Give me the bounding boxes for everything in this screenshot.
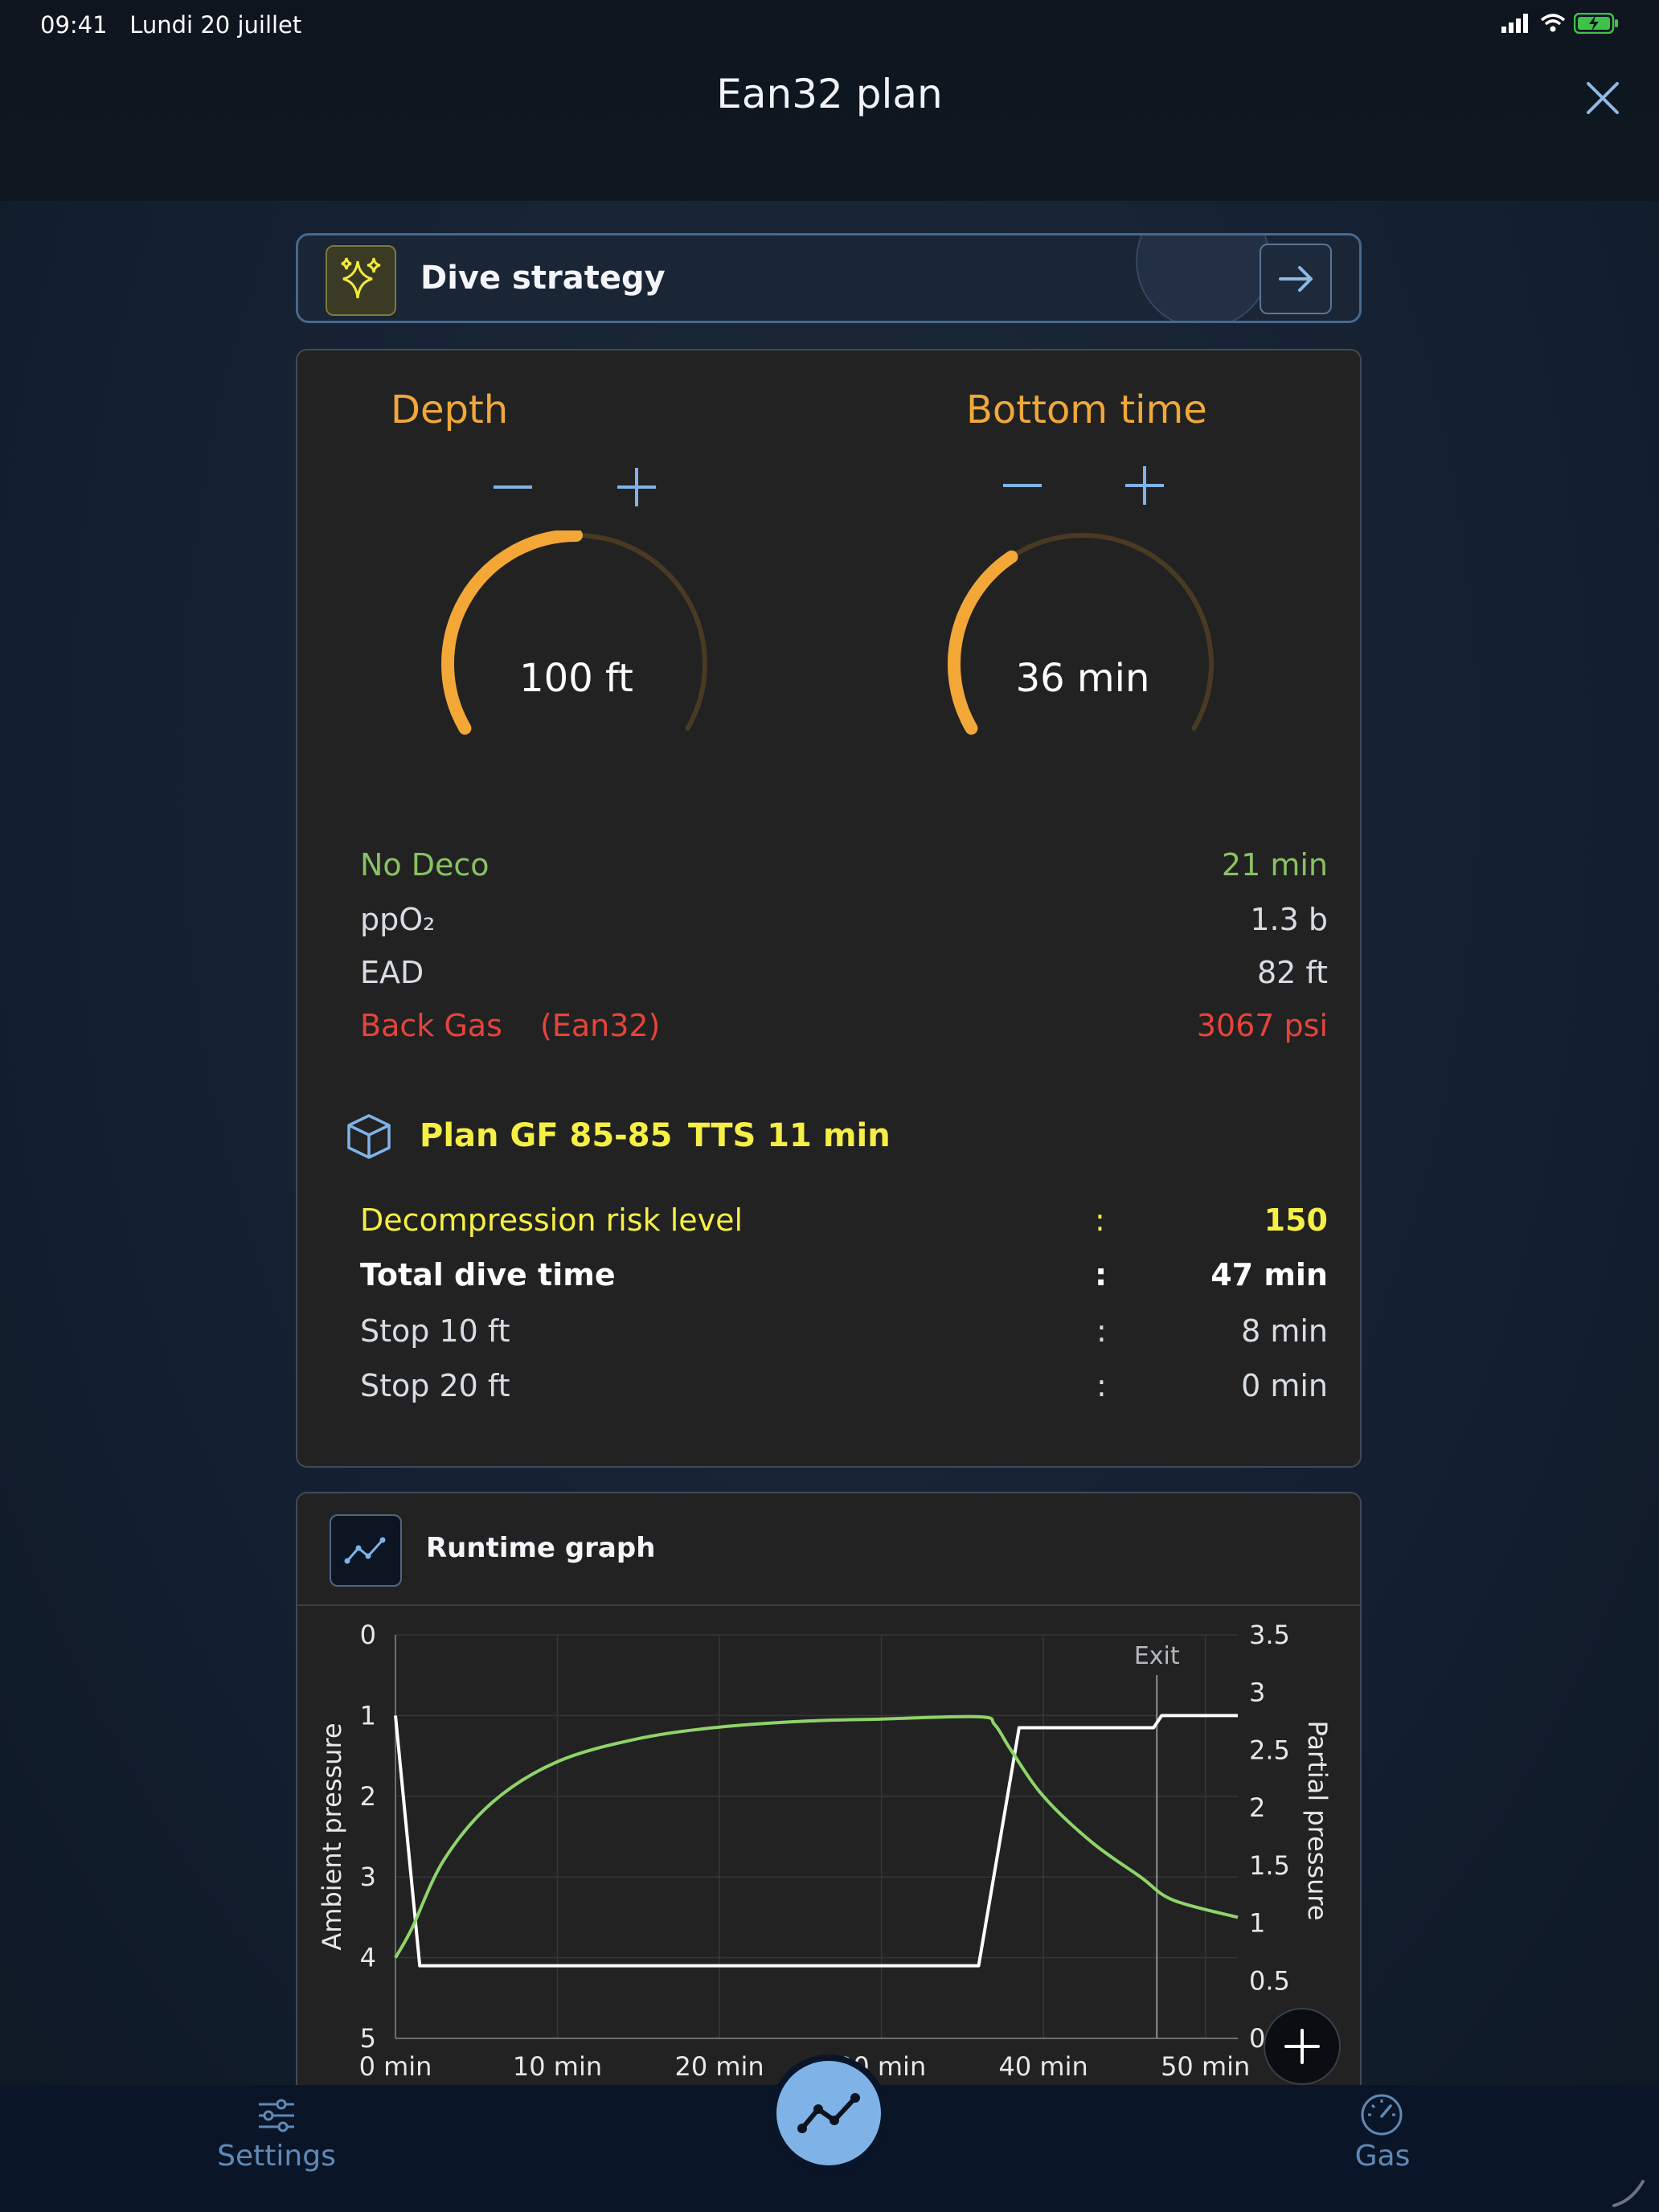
stat-no-deco-label: No Deco — [360, 847, 490, 883]
plan-title: Plan GF 85-85 — [420, 1117, 673, 1154]
dive-strategy-card[interactable]: Dive strategy — [296, 233, 1362, 323]
y2-tick-label: 2 — [1249, 1792, 1265, 1823]
y-tick-label: 0 — [360, 1620, 376, 1650]
y-tick-label: 1 — [360, 1700, 376, 1731]
stop-10ft-value: 8 min — [1241, 1313, 1328, 1349]
plus-icon — [1284, 2029, 1320, 2064]
arrow-right-icon — [1279, 266, 1313, 292]
y-tick-label: 2 — [360, 1781, 376, 1812]
status-bar: 09:41 Lundi 20 juillet — [0, 0, 1659, 51]
stop-20ft-label: Stop 20 ft — [360, 1368, 510, 1403]
depth-value: 100 ft — [519, 656, 633, 701]
graph-icon — [330, 1514, 402, 1587]
total-dive-time-separator: : — [1095, 1257, 1108, 1292]
total-dive-time-label: Total dive time — [360, 1257, 616, 1292]
depth-increase-button[interactable] — [612, 458, 661, 514]
resize-handle-icon — [1612, 2180, 1645, 2207]
stat-back-gas-mix: (Ean32) — [540, 1008, 661, 1043]
stat-no-deco-value: 21 min — [1221, 847, 1328, 883]
runtime-graph-fab[interactable] — [776, 2061, 881, 2165]
y-axis-label: Ambient pressure — [317, 1722, 347, 1950]
plus-icon — [617, 468, 656, 506]
runtime-chart: 0 min 10 min 20 min 30 min 40 min 50 min01234… — [317, 1620, 1333, 2082]
x-tick-label: 40 min — [999, 2051, 1088, 2082]
total-dive-time-value: 47 min — [1210, 1257, 1328, 1292]
graph-icon — [797, 2093, 860, 2133]
x-tick-label: 50 min — [1161, 2051, 1250, 2082]
series-ambient-pressure-line — [394, 1714, 1238, 1968]
stat-ead-label: EAD — [360, 955, 424, 990]
depth-decrease-button[interactable] — [489, 458, 537, 514]
y2-tick-label: 1.5 — [1249, 1850, 1290, 1881]
bottom-time-dial[interactable] — [934, 530, 1231, 772]
runtime-graph-title: Runtime graph — [426, 1532, 656, 1564]
stat-ppo2-label: ppO₂ — [360, 902, 436, 937]
depth-label: Depth — [391, 387, 509, 432]
x-tick-label: 20 min — [674, 2051, 764, 2082]
page-title: Ean32 plan — [716, 71, 943, 117]
gauge-icon — [1361, 2094, 1403, 2136]
bottom-time-value: 36 min — [1015, 656, 1150, 701]
stop-10ft-separator: : — [1096, 1313, 1107, 1349]
stop-20ft-value: 0 min — [1241, 1368, 1328, 1403]
y-tick-label: 5 — [360, 2023, 376, 2054]
stat-ppo2-value: 1.3 b — [1250, 902, 1328, 937]
stat-back-gas-value: 3067 psi — [1196, 1008, 1328, 1043]
plan-card — [296, 349, 1362, 1468]
plus-icon — [1125, 466, 1164, 505]
y2-tick-label: 0.5 — [1249, 1965, 1290, 1996]
minus-icon — [494, 485, 532, 489]
bottom-time-label: Bottom time — [966, 387, 1207, 432]
dive-strategy-arrow-button[interactable] — [1260, 244, 1332, 314]
series-partial-pressure-line — [394, 1714, 1239, 1959]
bottom-time-decrease-button[interactable] — [998, 458, 1047, 514]
battery-icon — [1574, 13, 1618, 34]
y2-tick-label: 1 — [1249, 1908, 1265, 1939]
settings-icon — [259, 2099, 294, 2132]
plan-tts: TTS 11 min — [688, 1117, 891, 1154]
wifi-icon — [1540, 14, 1566, 32]
minus-icon — [1003, 484, 1042, 487]
y2-tick-label: 3 — [1249, 1677, 1265, 1708]
stat-ead-value: 82 ft — [1256, 955, 1328, 990]
exit-annotation: Exit — [1134, 1642, 1180, 1670]
status-icons — [1501, 13, 1619, 34]
close-icon — [1587, 82, 1619, 114]
add-button[interactable] — [1264, 2008, 1341, 2085]
y2-tick-label: 2.5 — [1249, 1735, 1290, 1765]
cube-icon — [347, 1114, 391, 1159]
signal-icon — [1501, 14, 1528, 33]
sparkles-icon — [326, 245, 396, 316]
y2-axis-label: Partial pressure — [1302, 1721, 1333, 1921]
nav-settings[interactable]: Settings — [156, 2140, 397, 2173]
nav-gas[interactable]: Gas — [1262, 2140, 1503, 2173]
risk-level-label: Decompression risk level — [360, 1202, 743, 1238]
stat-back-gas-label: Back Gas — [360, 1008, 502, 1043]
dive-strategy-label: Dive strategy — [420, 260, 666, 297]
y-tick-label: 3 — [360, 1862, 376, 1892]
depth-dial[interactable] — [428, 530, 725, 772]
risk-level-separator: : — [1095, 1202, 1105, 1238]
bottom-time-increase-button[interactable] — [1120, 458, 1169, 514]
risk-level-value: 150 — [1264, 1202, 1328, 1238]
close-button[interactable] — [1579, 74, 1627, 122]
stop-10ft-label: Stop 10 ft — [360, 1313, 510, 1349]
decorative-circle — [1136, 236, 1271, 321]
x-tick-label: 0 min — [359, 2051, 432, 2082]
y-tick-label: 4 — [360, 1943, 376, 1973]
stop-20ft-separator: : — [1096, 1368, 1107, 1403]
status-time: 09:41 Lundi 20 juillet — [40, 11, 302, 39]
x-tick-label: 10 min — [513, 2051, 602, 2082]
bottom-time-dial-progress — [948, 550, 1018, 735]
y2-tick-label: 3.5 — [1249, 1620, 1290, 1650]
